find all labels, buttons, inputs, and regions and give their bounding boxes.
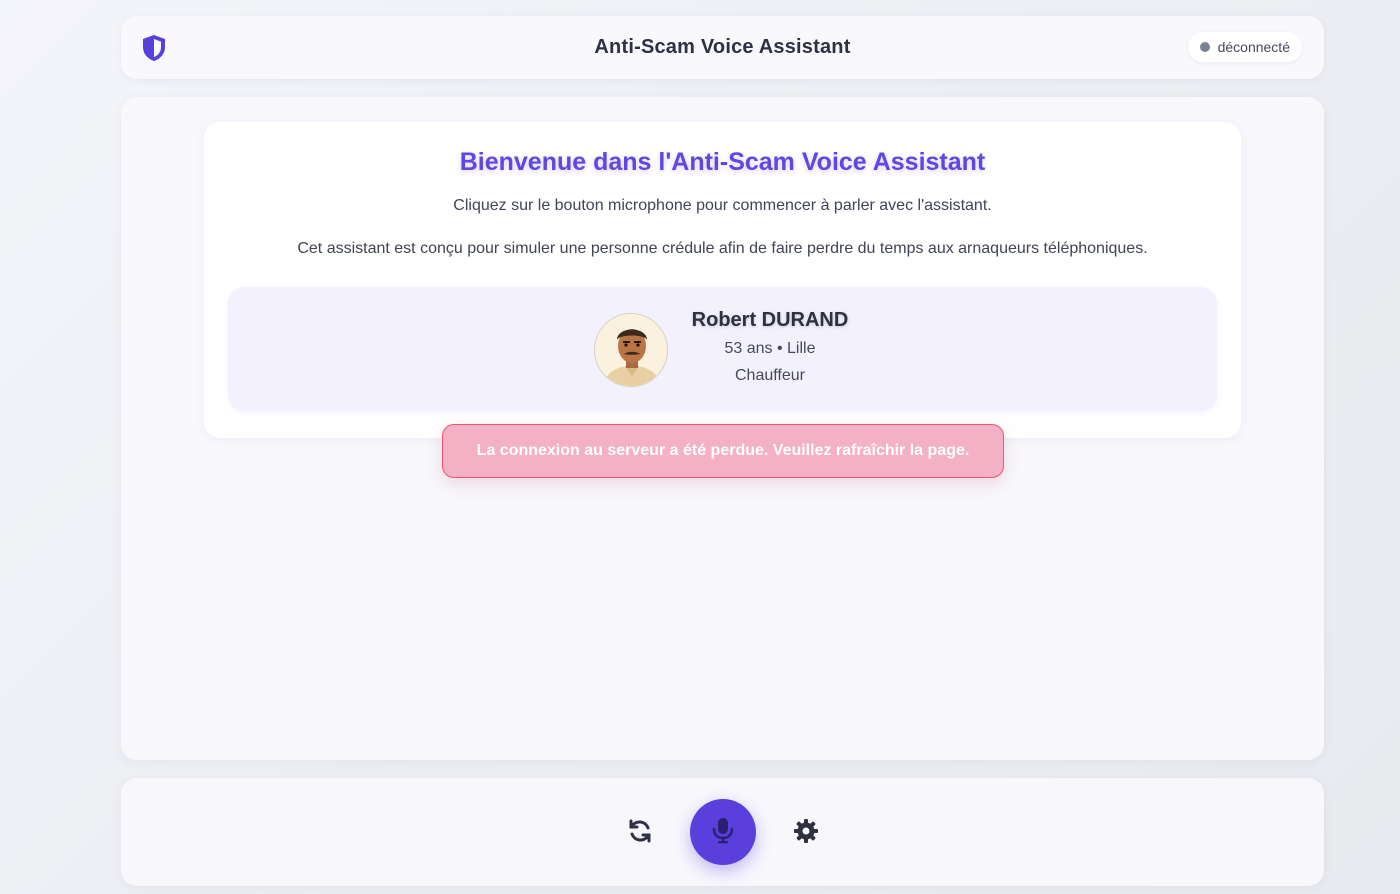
microphone-button[interactable] xyxy=(690,799,756,865)
gear-icon xyxy=(793,818,819,849)
refresh-icon xyxy=(627,818,653,849)
welcome-title: Bienvenue dans l'Anti-Scam Voice Assista… xyxy=(459,148,986,176)
welcome-card: Bienvenue dans l'Anti-Scam Voice Assista… xyxy=(204,122,1241,438)
app-header: Anti-Scam Voice Assistant déconnecté xyxy=(121,16,1324,79)
persona-card: Robert DURAND 53 ans • Lille Chauffeur xyxy=(228,287,1217,411)
welcome-instruction: Cliquez sur le bouton microphone pour co… xyxy=(453,197,992,214)
status-label: déconnecté xyxy=(1217,39,1290,55)
persona-job: Chauffeur xyxy=(735,367,805,384)
persona-age-city: 53 ans • Lille xyxy=(724,340,816,357)
error-toast: La connexion au serveur a été perdue. Ve… xyxy=(442,424,1004,478)
app-title: Anti-Scam Voice Assistant xyxy=(594,36,851,58)
persona-name: Robert DURAND xyxy=(691,309,849,331)
control-bar xyxy=(121,778,1324,886)
settings-button[interactable] xyxy=(791,818,821,848)
persona-info: Robert DURAND 53 ans • Lille Chauffeur xyxy=(690,309,850,385)
welcome-description: Cet assistant est conçu pour simuler une… xyxy=(297,240,1148,257)
refresh-button[interactable] xyxy=(625,818,655,848)
avatar xyxy=(594,313,668,387)
microphone-icon xyxy=(711,816,735,849)
status-dot-icon xyxy=(1199,42,1210,52)
connection-status-badge: déconnecté xyxy=(1187,32,1302,62)
